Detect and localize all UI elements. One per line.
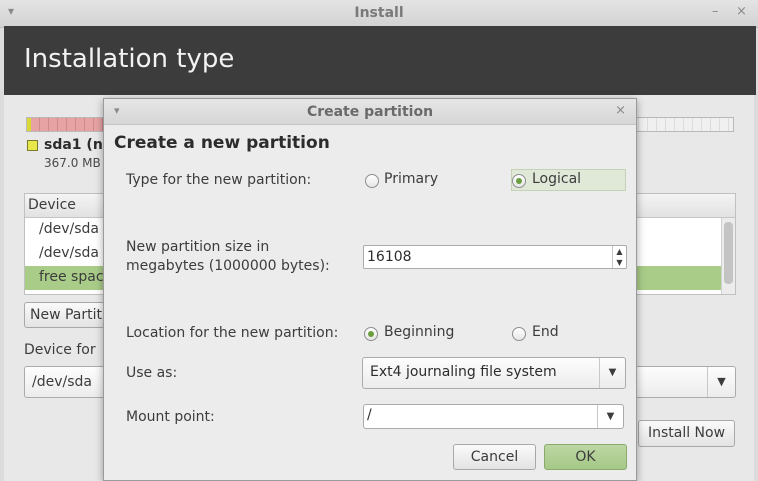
mount-point-label: Mount point: <box>126 409 215 425</box>
partition-bar-segment-used <box>31 118 109 131</box>
header-banner: Installation type <box>4 26 756 95</box>
new-partition-button[interactable]: New Partiti <box>24 302 114 328</box>
use-as-select[interactable]: Ext4 journaling file system ▼ <box>362 357 626 389</box>
device-row-label: free spac <box>39 269 104 285</box>
dialog-titlebar[interactable]: ▾ Create partition × <box>104 99 636 125</box>
logical-radio[interactable] <box>512 174 526 188</box>
use-as-label: Use as: <box>126 365 178 381</box>
device-column-header-label: Device <box>28 197 76 213</box>
page-title: Installation type <box>24 44 235 74</box>
use-as-value: Ext4 journaling file system <box>370 364 557 380</box>
window-titlebar[interactable]: ▾ Install – × <box>0 0 758 28</box>
location-label: Location for the new partition: <box>126 325 339 341</box>
partition-size-input[interactable]: 16108 ▲ ▼ <box>363 245 627 269</box>
create-partition-dialog: ▾ Create partition × Create a new partit… <box>103 98 637 481</box>
bootloader-device-label: Device for <box>24 342 96 358</box>
install-now-button[interactable]: Install Now <box>638 420 735 447</box>
partition-size-label-line1: New partition size in <box>126 239 270 255</box>
beginning-radio[interactable] <box>364 327 378 341</box>
end-radio-label[interactable]: End <box>532 324 559 340</box>
cancel-button[interactable]: Cancel <box>453 444 536 470</box>
logical-radio-label[interactable]: Logical <box>532 171 581 187</box>
chevron-down-icon[interactable]: ▼ <box>707 367 735 397</box>
end-radio[interactable] <box>512 327 526 341</box>
partition-type-label: Type for the new partition: <box>126 172 312 188</box>
partition-color-swatch <box>27 140 38 151</box>
chevron-down-icon[interactable]: ▼ <box>599 358 625 388</box>
window-title: Install <box>354 5 404 21</box>
partition-legend-size: 367.0 MB <box>44 156 101 170</box>
device-row-label: /dev/sda <box>39 245 99 261</box>
minimize-icon[interactable]: – <box>712 4 719 19</box>
chevron-down-icon[interactable]: ▼ <box>613 257 626 268</box>
partition-legend-name: sda1 (n <box>44 137 103 153</box>
device-table-scrollbar[interactable] <box>721 218 735 294</box>
chevron-down-icon[interactable]: ▼ <box>597 405 623 428</box>
close-icon[interactable]: × <box>615 103 626 118</box>
primary-radio[interactable] <box>365 174 379 188</box>
scrollbar-thumb[interactable] <box>724 222 733 284</box>
partition-size-stepper[interactable]: ▲ ▼ <box>612 246 626 268</box>
partition-size-label-line2: megabytes (1000000 bytes): <box>126 258 330 274</box>
close-icon[interactable]: × <box>736 4 747 19</box>
mount-point-value[interactable]: / <box>367 407 372 423</box>
beginning-radio-label[interactable]: Beginning <box>384 324 454 340</box>
dialog-title: Create partition <box>306 104 434 120</box>
partition-size-value: 16108 <box>367 249 412 265</box>
device-row-label: /dev/sda <box>39 221 99 237</box>
primary-radio-label[interactable]: Primary <box>384 171 438 187</box>
bootloader-device-value: /dev/sda <box>32 374 92 390</box>
chevron-up-icon[interactable]: ▲ <box>613 246 626 257</box>
ok-button[interactable]: OK <box>544 444 627 470</box>
dialog-heading: Create a new partition <box>114 133 330 153</box>
mount-point-combo[interactable]: / ▼ <box>363 404 624 429</box>
